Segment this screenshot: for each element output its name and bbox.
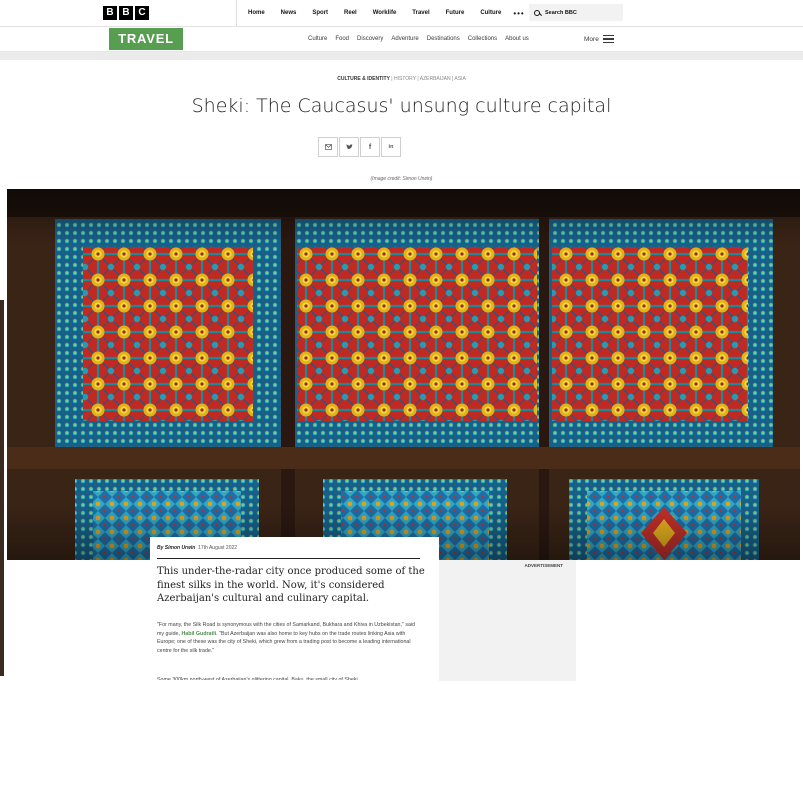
- share-email-button[interactable]: [318, 137, 338, 157]
- hamburger-menu-icon: [602, 35, 614, 43]
- article-paragraph-2: Some 300km north-west of Azerbaijan's gl…: [157, 677, 358, 680]
- image-credit: (Image credit: Simon Urwin): [370, 176, 433, 182]
- guide-name-link[interactable]: Habil Gudratli: [181, 631, 216, 637]
- search-bbc-box[interactable]: Search BBC: [529, 4, 623, 21]
- top-nav-sport[interactable]: Sport: [312, 10, 328, 16]
- page-background-strip: [0, 52, 803, 60]
- article-standfirst: This under-the-radar city once produced …: [157, 566, 425, 604]
- byline-author[interactable]: By Simon Urwin: [157, 545, 195, 551]
- bbc-top-bar: B B C Home News Sport Reel Worklife Trav…: [0, 0, 803, 27]
- twitter-icon: [345, 144, 353, 150]
- byline: By Simon Urwin 17th August 2022: [157, 545, 237, 551]
- top-nav-reel[interactable]: Reel: [344, 10, 357, 16]
- left-edge-image-strip: [0, 300, 4, 676]
- share-facebook-button[interactable]: f: [360, 137, 380, 157]
- email-icon: [324, 144, 332, 150]
- share-buttons: f in: [318, 137, 401, 157]
- more-options-icon[interactable]: •••: [513, 9, 524, 18]
- top-nav-travel[interactable]: Travel: [412, 10, 429, 16]
- section-nav-adventure[interactable]: Adventure: [391, 36, 418, 42]
- bbc-logo-letter-b1: B: [103, 6, 117, 20]
- kicker-tags[interactable]: | HISTORY | AZERBAIJAN | ASIA: [391, 76, 465, 82]
- hero-image: [7, 189, 800, 560]
- bbc-logo[interactable]: B B C: [103, 6, 149, 20]
- byline-divider: [157, 558, 420, 559]
- travel-section-bar: TRAVEL Culture Food Discovery Adventure …: [0, 27, 803, 52]
- article-headline: Sheki: The Caucasus' unsung culture capi…: [191, 95, 612, 117]
- section-nav-collections[interactable]: Collections: [468, 36, 497, 42]
- bbc-logo-letter-b2: B: [119, 6, 133, 20]
- bbc-logo-letter-c: C: [135, 6, 149, 20]
- byline-date: 17th August 2022: [198, 545, 238, 551]
- top-nav-home[interactable]: Home: [248, 10, 265, 16]
- section-nav-about-us[interactable]: About us: [505, 36, 529, 42]
- top-nav-culture[interactable]: Culture: [480, 10, 501, 16]
- section-nav-discovery[interactable]: Discovery: [357, 36, 383, 42]
- travel-logo[interactable]: TRAVEL: [109, 28, 183, 50]
- section-nav-culture[interactable]: Culture: [308, 36, 327, 42]
- facebook-icon: f: [368, 143, 372, 151]
- linkedin-icon: in: [388, 144, 394, 150]
- section-nav-destinations[interactable]: Destinations: [427, 36, 460, 42]
- advertisement-label: ADVERTISEMENT: [524, 563, 563, 568]
- stained-glass-window-photo: [7, 189, 800, 560]
- kicker-main-category[interactable]: CULTURE & IDENTITY: [337, 76, 390, 82]
- more-label: More: [584, 35, 599, 43]
- share-linkedin-button[interactable]: in: [381, 137, 401, 157]
- top-nav-worklife[interactable]: Worklife: [373, 10, 397, 16]
- more-menu-button[interactable]: More: [584, 27, 614, 51]
- advertisement-panel[interactable]: ADVERTISEMENT: [439, 560, 576, 681]
- section-nav-food[interactable]: Food: [335, 36, 349, 42]
- article-paragraph-1: "For many, the Silk Road is synonymous w…: [157, 621, 422, 655]
- top-nav: Home News Sport Reel Worklife Travel Fut…: [236, 0, 525, 26]
- search-icon: [534, 9, 540, 16]
- top-nav-news[interactable]: News: [281, 10, 297, 16]
- section-nav: Culture Food Discovery Adventure Destina…: [304, 27, 533, 51]
- top-nav-future[interactable]: Future: [446, 10, 465, 16]
- article-kicker: CULTURE & IDENTITY | HISTORY | AZERBAIJA…: [0, 76, 803, 82]
- share-twitter-button[interactable]: [339, 137, 359, 157]
- search-label: Search BBC: [545, 9, 577, 16]
